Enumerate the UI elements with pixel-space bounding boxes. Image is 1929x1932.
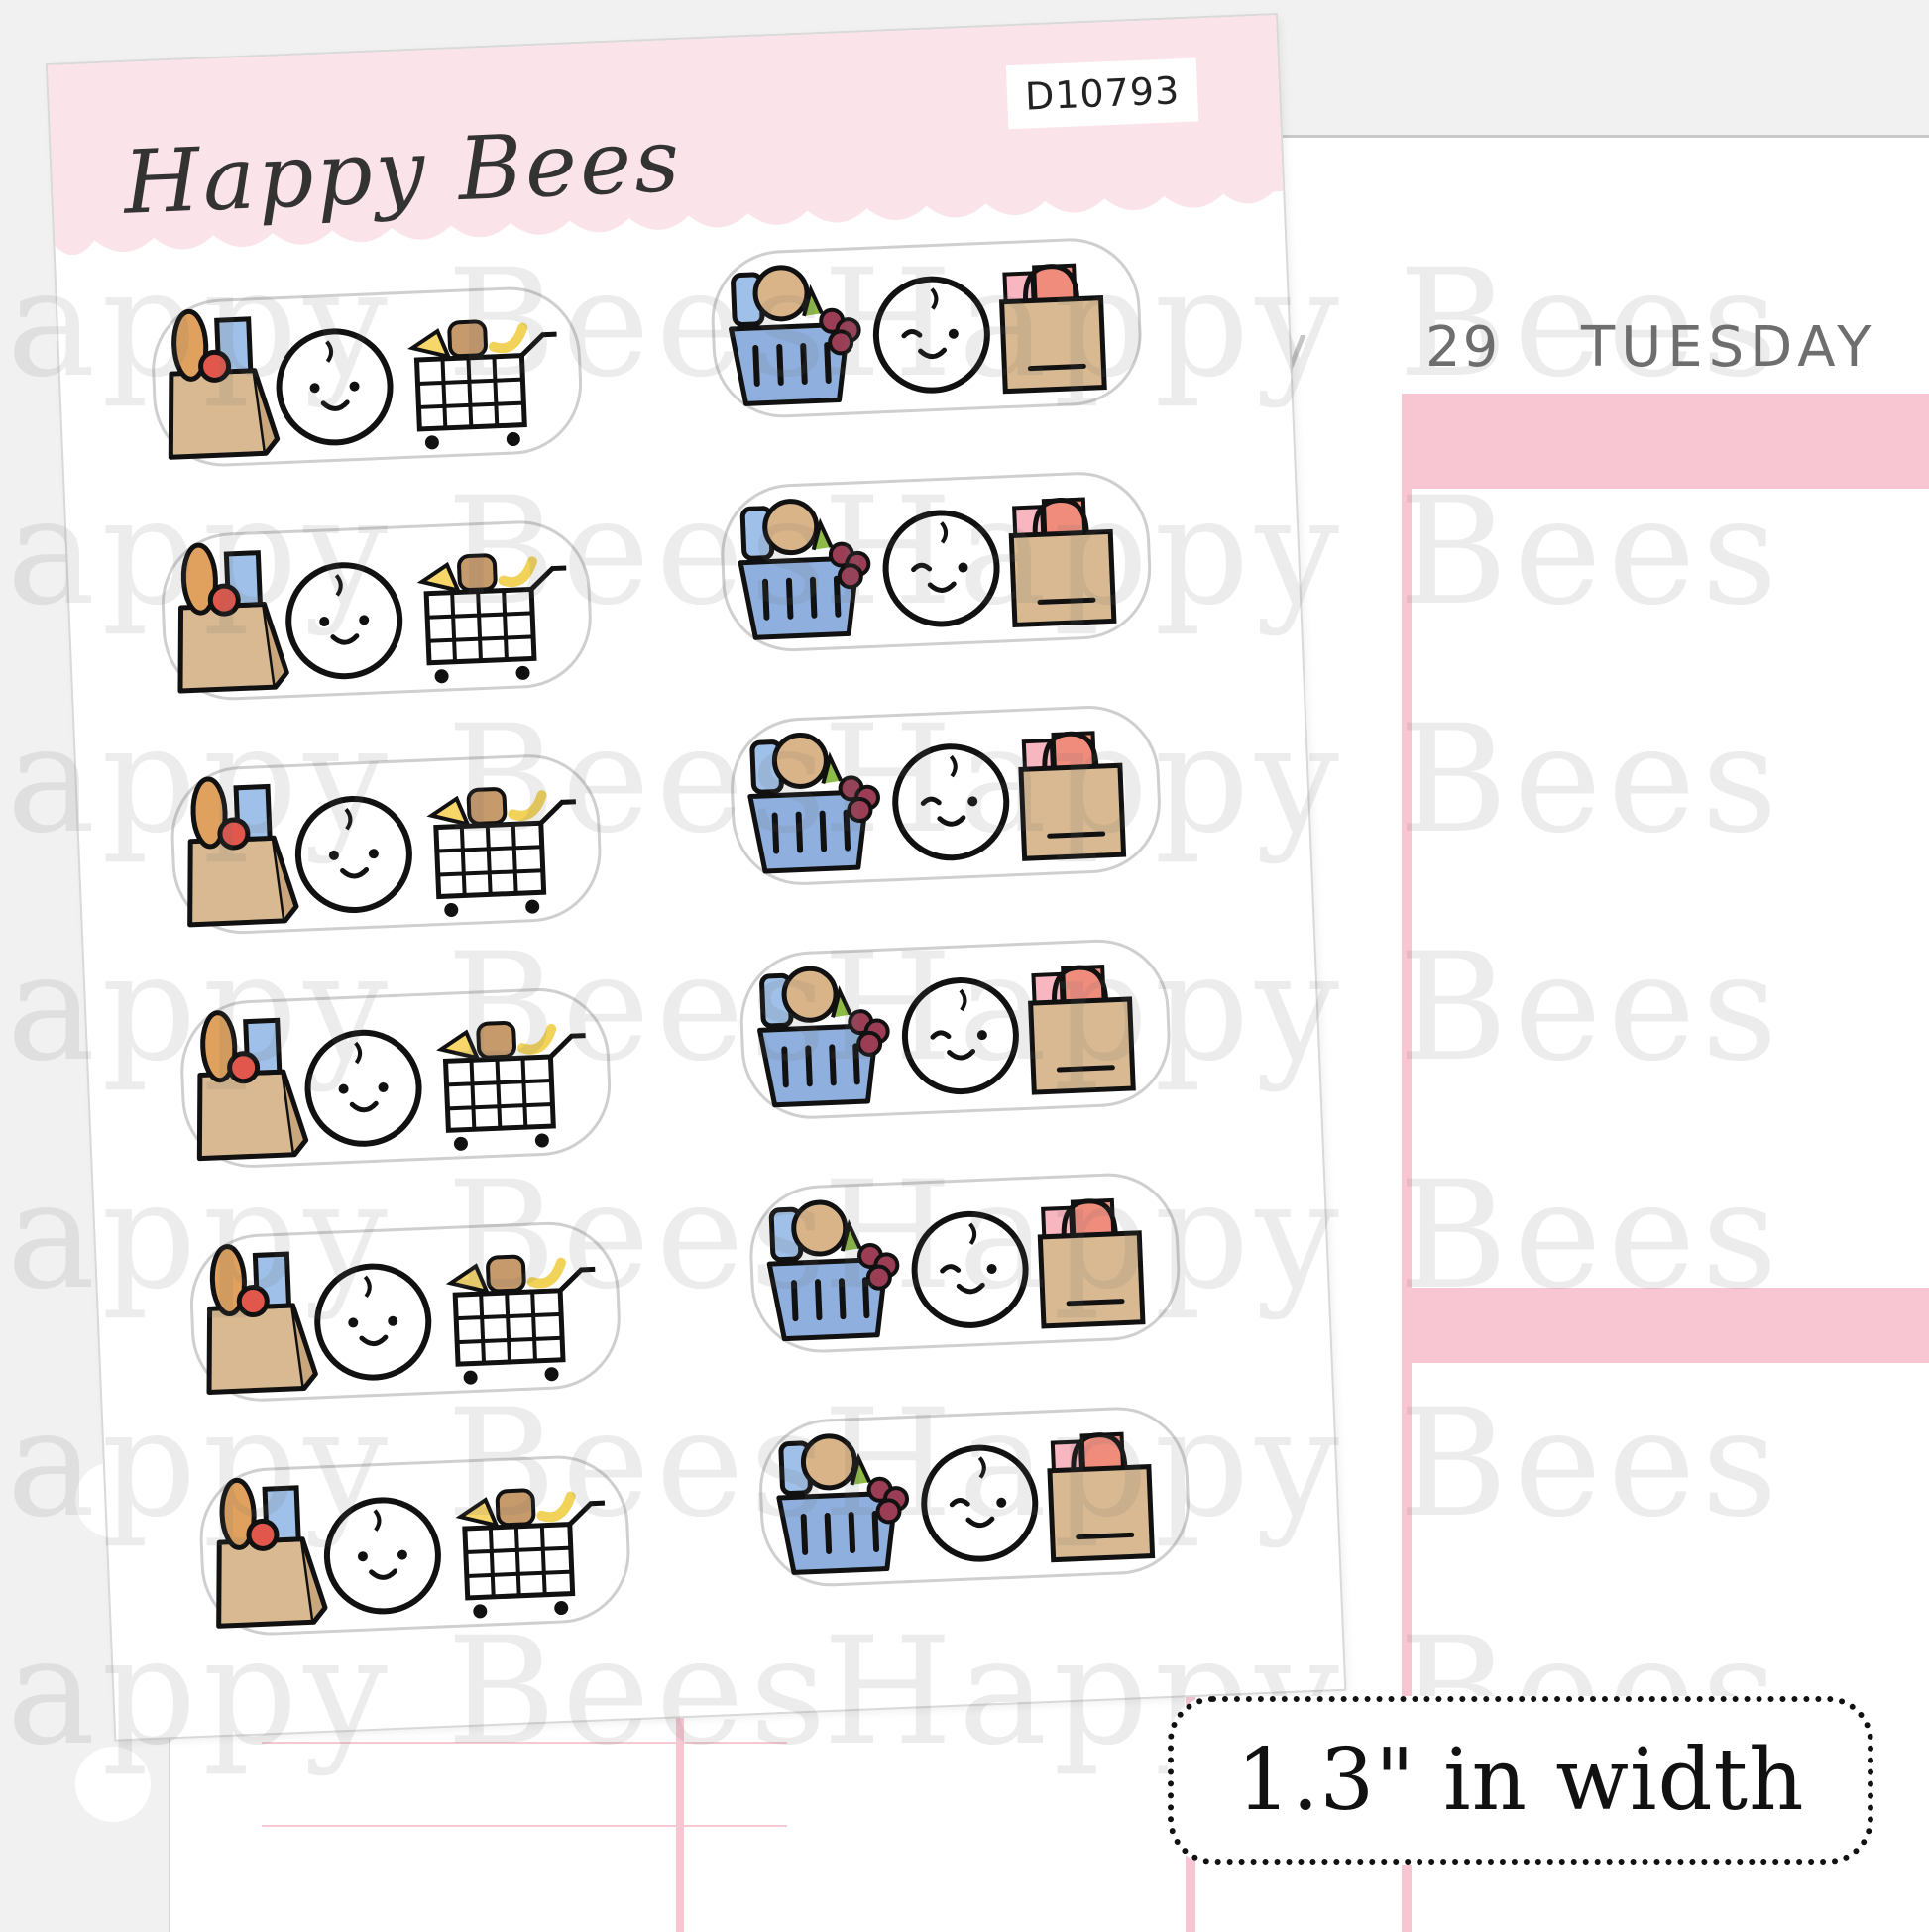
size-note-badge: 1.3" in width: [1168, 1696, 1873, 1865]
size-note-text: 1.3" in width: [1236, 1731, 1805, 1830]
planner-day-name: TUESDAY: [1581, 315, 1877, 380]
sticker-grocery-basket: [744, 1164, 1190, 1358]
happy-face-icon: [323, 1497, 441, 1615]
sticker-grocery-basket: [706, 229, 1151, 423]
planner-day-number: 29: [1425, 315, 1501, 380]
sticker-grocery-cart: [166, 745, 611, 940]
sticker-grocery-cart: [156, 511, 601, 706]
planner-rule: [262, 1825, 787, 1827]
happy-face-icon: [304, 1029, 422, 1147]
winking-face-icon: [872, 276, 990, 394]
sticker-grocery-cart: [147, 278, 592, 472]
binder-ring-hole: [75, 1747, 151, 1822]
happy-face-icon: [314, 1263, 432, 1381]
winking-face-icon: [901, 977, 1019, 1095]
sticker-grocery-cart: [175, 978, 621, 1173]
winking-face-icon: [892, 743, 1010, 861]
sticker-grocery-basket: [735, 930, 1180, 1124]
winking-face-icon: [921, 1444, 1039, 1562]
sticker-grocery-basket: [725, 696, 1170, 890]
happy-face-icon: [294, 796, 412, 914]
sticker-grocery-cart: [194, 1446, 639, 1641]
sticker-grocery-basket: [753, 1398, 1198, 1592]
winking-face-icon: [911, 1210, 1029, 1328]
planner-rule: [262, 1742, 787, 1744]
winking-face-icon: [882, 510, 1000, 627]
sticker-sheet: Happy Bees D10793: [48, 15, 1345, 1740]
sticker-grocery-basket: [716, 463, 1161, 657]
planner-box-top: [1412, 489, 1929, 1288]
sticker-grocery-cart: [184, 1212, 629, 1407]
happy-face-icon: [276, 328, 394, 446]
product-code: D10793: [1005, 57, 1199, 130]
happy-face-icon: [285, 562, 403, 680]
